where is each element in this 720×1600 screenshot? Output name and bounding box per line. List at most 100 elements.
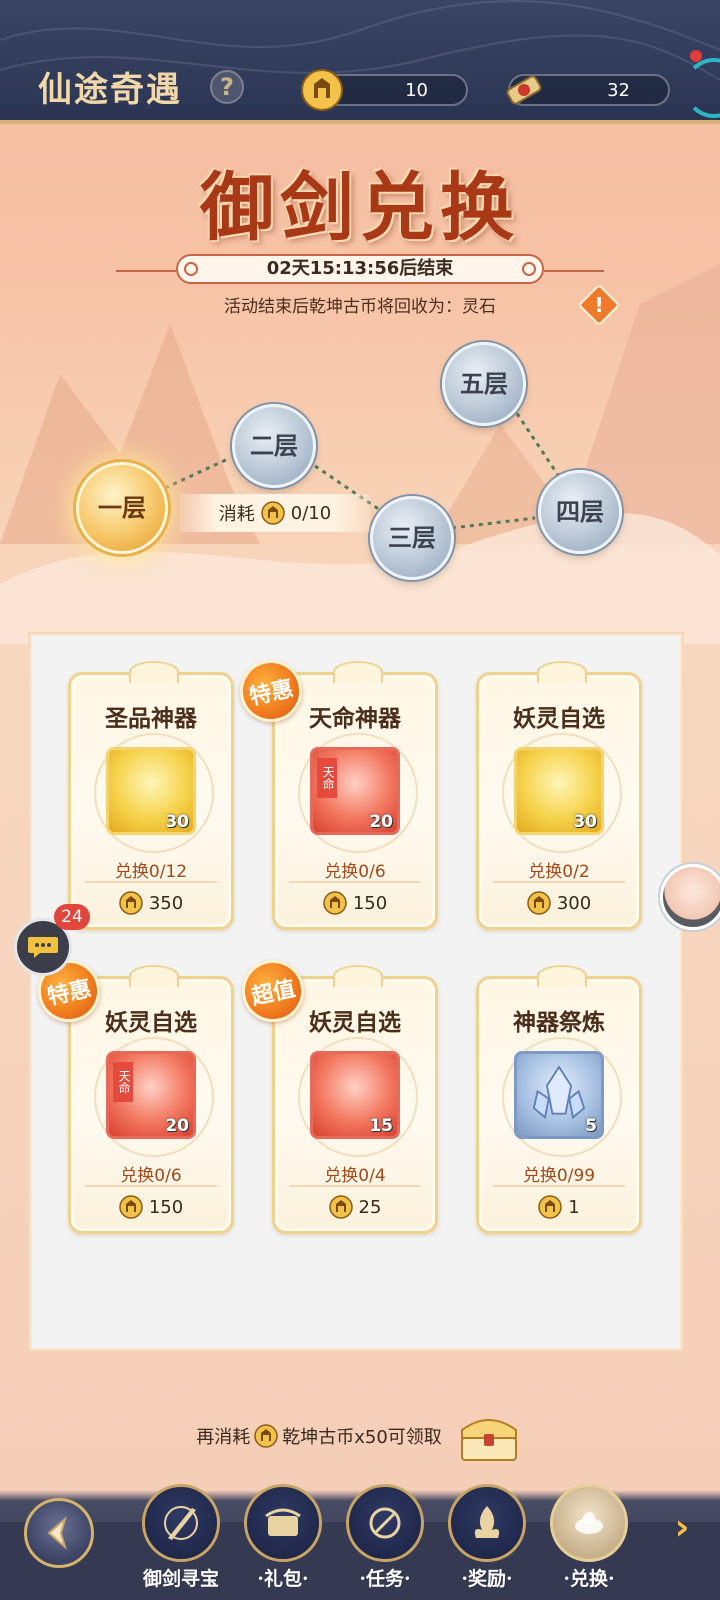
card-divider [85, 1185, 217, 1187]
qiankun-coin-icon [328, 1195, 353, 1219]
sword-treasure-icon [164, 1506, 198, 1540]
redeem-count: 兑换0/6 [120, 1166, 182, 1186]
item-image-sacred-artifact: 30 [106, 747, 196, 835]
help-button[interactable]: ? [210, 70, 244, 104]
shop-item-card[interactable]: 妖灵自选 15 兑换0/4 25 [272, 965, 438, 1234]
redeem-count: 兑换0/2 [528, 862, 590, 882]
claim-bar: 再消耗 乾坤古币x50可领取 [0, 1408, 720, 1464]
timer-knob-left [184, 262, 198, 276]
nav-label: ·奖励· [461, 1568, 513, 1590]
qiankun-coin-icon [119, 1195, 143, 1219]
card-cap [333, 965, 383, 987]
item-quantity: 20 [369, 812, 393, 832]
card-divider [85, 881, 217, 883]
currency-scroll[interactable]: 32 [506, 74, 670, 106]
shop-item-card[interactable]: 圣品神器 30 兑换0/12 350 [68, 661, 234, 930]
item-quantity: 20 [165, 1116, 189, 1136]
back-button[interactable] [24, 1498, 94, 1568]
exchange-icon [575, 1512, 603, 1534]
card-cap [537, 965, 587, 987]
nav-gift[interactable]: ·礼包· [240, 1484, 326, 1594]
countdown-text: 02天15:13:56后结束 [266, 258, 454, 279]
timer-line-left [116, 270, 176, 272]
cost-value: 0/10 [290, 502, 332, 524]
timer-knob-right [522, 262, 536, 276]
qiankun-coin-icon [119, 891, 143, 915]
level-node-5[interactable]: 五层 [442, 342, 526, 426]
nav-task[interactable]: ·任务· [342, 1484, 428, 1594]
destiny-ribbon: 天命 [317, 758, 337, 798]
chat-bubble-icon [28, 937, 58, 958]
card-cap [537, 661, 587, 683]
gift-icon [265, 1508, 301, 1536]
item-price: 150 [275, 891, 435, 915]
level-node-2[interactable]: 二层 [232, 404, 316, 488]
character-avatar[interactable] [660, 864, 720, 930]
qiankun-coin-icon [527, 891, 551, 915]
shop-item-card[interactable]: 天命神器 天命 20 兑换0/6 150 [272, 661, 438, 930]
item-price: 150 [71, 1195, 231, 1219]
price-value: 25 [358, 1196, 382, 1218]
back-arrow-icon [47, 1516, 67, 1550]
countdown-timer: 02天15:13:56后结束 [176, 254, 544, 284]
shop-item-card[interactable]: 神器祭炼 5 兑换0/99 1 [476, 965, 642, 1234]
item-price: 300 [479, 891, 639, 915]
price-value: 150 [352, 892, 388, 914]
item-quantity: 15 [369, 1116, 393, 1136]
currency-coin[interactable]: 10 [301, 69, 468, 111]
level-node-3[interactable]: 三层 [370, 496, 454, 580]
item-quantity: 5 [585, 1116, 597, 1136]
level-node-3-label: 三层 [388, 523, 436, 552]
nav-next-arrow[interactable]: › [662, 1508, 702, 1548]
banner-title: 御剑兑换 [200, 165, 520, 251]
item-image-destiny-artifact: 天命 20 [310, 747, 400, 835]
level-node-5-label: 五层 [460, 369, 508, 398]
level-node-1-label: 一层 [98, 493, 146, 522]
card-divider [289, 881, 421, 883]
level-node-4-label: 四层 [556, 497, 604, 526]
price-value: 1 [568, 1196, 580, 1218]
item-name: 妖灵自选 [513, 705, 605, 732]
redeem-count: 兑换0/99 [522, 1166, 596, 1186]
nav-ring [448, 1484, 526, 1562]
scroll-token-icon [506, 75, 542, 105]
redeem-count: 兑换0/4 [324, 1166, 386, 1186]
level-node-4[interactable]: 四层 [538, 470, 622, 554]
redeem-count: 兑换0/12 [114, 862, 188, 882]
reward-icon [474, 1506, 500, 1538]
destiny-ribbon: 天命 [113, 1062, 133, 1102]
question-icon: ? [220, 73, 234, 101]
price-value: 150 [148, 1196, 184, 1218]
item-quantity: 30 [573, 812, 597, 832]
task-icon [369, 1507, 401, 1539]
nav-reward[interactable]: ·奖励· [444, 1484, 530, 1594]
qiankun-coin-icon [261, 501, 285, 525]
qiankun-coin-icon [323, 891, 347, 915]
qiankun-coin-icon [538, 1195, 563, 1219]
claim-suffix: 乾坤古币x50可领取 [282, 1427, 442, 1448]
nav-exchange[interactable]: ·兑换· [546, 1484, 632, 1594]
nav-label: 御剑寻宝 [142, 1568, 219, 1590]
redeem-count: 兑换0/6 [324, 862, 386, 882]
card-divider [289, 1185, 421, 1187]
treasure-chest-icon[interactable] [454, 1408, 524, 1464]
item-name: 神器祭炼 [513, 1009, 605, 1036]
nav-sword-treasure[interactable]: 御剑寻宝 [138, 1484, 224, 1594]
card-cap [333, 661, 383, 683]
item-image-spirit-select: 天命 20 [106, 1051, 196, 1139]
qiankun-coin-icon [254, 1424, 278, 1448]
nav-ring [142, 1484, 220, 1562]
nav-ring [346, 1484, 424, 1562]
shop-item-card[interactable]: 妖灵自选 30 兑换0/2 300 [476, 661, 642, 930]
item-quantity: 30 [165, 812, 189, 832]
currency-scroll-value: 32 [607, 80, 630, 101]
shop-item-card[interactable]: 妖灵自选 天命 20 兑换0/6 150 [68, 965, 234, 1234]
item-image-spirit-select: 15 [310, 1051, 400, 1139]
nav-ring [244, 1484, 322, 1562]
nav-label: ·礼包· [257, 1568, 309, 1590]
currency-coin-value: 10 [405, 80, 428, 101]
cost-label: 消耗 [218, 504, 255, 525]
level-node-1[interactable]: 一层 [76, 462, 168, 554]
item-image-artifact-refine: 5 [514, 1051, 604, 1139]
item-name: 圣品神器 [105, 705, 197, 732]
